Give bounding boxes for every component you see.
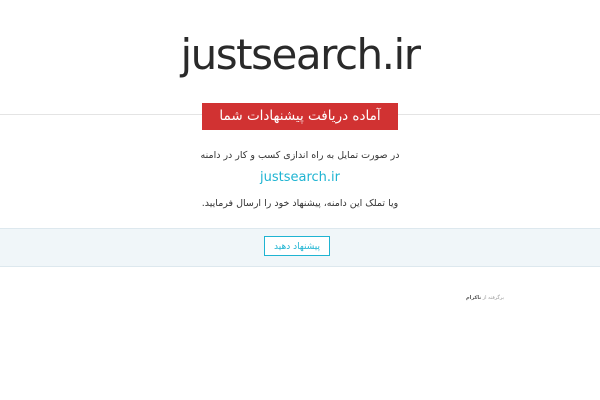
page: justsearch.ir آماده دریافت پیشنهادات شما… (0, 0, 600, 400)
credit-brand-link[interactable]: ناکرام (466, 295, 481, 301)
make-offer-button[interactable]: پیشنهاد دهید (264, 236, 330, 256)
credit-prefix: برگرفته از (482, 295, 505, 301)
offers-banner: آماده دریافت پیشنهادات شما (202, 103, 398, 130)
intro-text: در صورت تمایل به راه اندازی کسب و کار در… (200, 150, 400, 161)
footer-credit: برگرفته از ناکرام (466, 295, 504, 301)
site-title: justsearch.ir (180, 30, 421, 79)
domain-name: justsearch.ir (260, 170, 340, 185)
offer-section: پیشنهاد دهید (0, 228, 600, 267)
ownership-text: ویا تملک این دامنه، پیشنهاد خود را ارسال… (201, 198, 399, 209)
